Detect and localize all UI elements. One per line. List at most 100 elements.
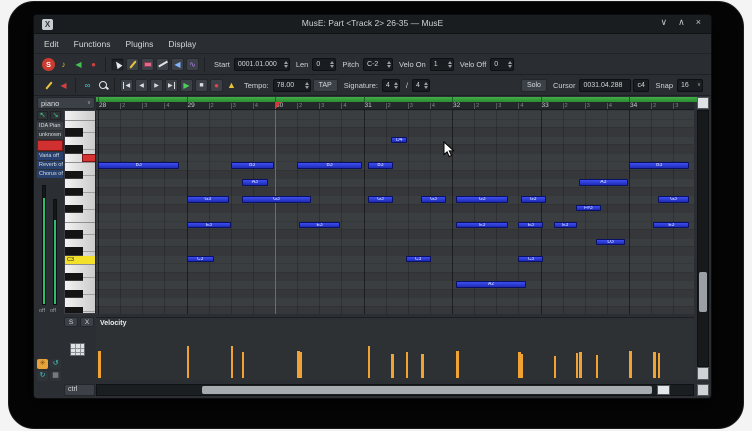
tap-button[interactable]: TAP <box>313 79 338 92</box>
velocity-bar[interactable] <box>242 352 245 378</box>
black-key-D#4[interactable] <box>65 128 83 137</box>
velocity-bar[interactable] <box>629 351 632 378</box>
spinner-icon[interactable] <box>508 61 512 68</box>
velocity-slider[interactable] <box>42 185 46 305</box>
solo-button[interactable]: Solo <box>521 79 547 92</box>
velocity-bar[interactable] <box>653 352 656 378</box>
spinner-icon[interactable] <box>394 82 398 89</box>
pan-slider[interactable] <box>53 199 57 305</box>
spinner-icon[interactable] <box>330 61 334 68</box>
line-tool[interactable] <box>156 58 169 71</box>
shade-button[interactable]: ∨ <box>661 17 668 28</box>
zoom-tool[interactable] <box>96 79 109 92</box>
hand-icon[interactable]: ✳ <box>37 359 48 369</box>
midi-note[interactable]: G3 <box>242 196 311 203</box>
piano-keyboard[interactable]: C3 <box>64 110 96 314</box>
record-indicator[interactable] <box>37 140 63 151</box>
horizontal-scrollbar-thumb[interactable] <box>202 386 652 394</box>
midi-note[interactable]: E3 <box>518 222 543 229</box>
len-field[interactable]: 0 <box>312 58 336 71</box>
prev-part-button[interactable]: ↖ <box>37 111 48 120</box>
maximize-button[interactable]: ∧ <box>678 17 685 28</box>
controller-row-variation[interactable]: Varia off <box>37 152 63 160</box>
spinner-icon[interactable] <box>305 82 309 89</box>
spinner-icon[interactable] <box>284 61 288 68</box>
black-key-A#3[interactable] <box>65 171 83 180</box>
midi-note[interactable]: C3 <box>187 256 214 263</box>
black-key-A#2[interactable] <box>65 273 83 282</box>
spinner-icon[interactable] <box>387 61 391 68</box>
velocity-bar[interactable] <box>456 351 459 378</box>
midi-in-icon[interactable]: ♪ <box>57 58 70 71</box>
ruler-measure-label[interactable]: 29 <box>188 102 195 110</box>
velocity-bar[interactable] <box>299 352 302 378</box>
velocity-bar[interactable] <box>658 353 661 378</box>
black-key-C#3[interactable] <box>65 247 83 256</box>
midi-note[interactable]: E3 <box>456 222 508 229</box>
sig-num-field[interactable]: 4 <box>382 79 400 92</box>
close-button[interactable]: × <box>696 17 701 28</box>
wave-tool[interactable]: ∿ <box>186 58 199 71</box>
midi-note[interactable]: G3 <box>421 196 446 203</box>
skip-end-button[interactable]: ▶ <box>165 79 178 92</box>
black-key-G#3[interactable] <box>65 188 83 197</box>
snap-dropdown[interactable]: 16∨ <box>677 79 703 92</box>
speaker-red-icon[interactable]: ◀ <box>57 79 70 92</box>
velocity-bar[interactable] <box>421 354 424 378</box>
velocity-bar[interactable] <box>521 354 524 378</box>
velocity-close-button[interactable]: X <box>80 317 94 327</box>
note-grid[interactable]: B3G3E3C3B3A3G3B3E3B3G3D4C3G3G3E3A2E3C3G3… <box>96 110 694 314</box>
vertical-scrollbar-thumb[interactable] <box>699 272 707 312</box>
redo-icon[interactable]: ↻ <box>37 371 48 381</box>
timeline-ruler[interactable]: 2823429234302343123432234332343423 <box>96 102 694 110</box>
undo-icon[interactable]: ↺ <box>50 359 61 369</box>
cursor-note-key[interactable] <box>82 154 96 163</box>
midi-note[interactable]: G3 <box>187 196 230 203</box>
menu-plugins[interactable]: Plugins <box>126 39 154 49</box>
ruler-measure-label[interactable]: 33 <box>542 102 549 110</box>
black-key-G#2[interactable] <box>65 290 83 299</box>
pencil-tool[interactable] <box>126 58 139 71</box>
velocity-solo-button[interactable]: S <box>64 317 78 327</box>
controller-row-reverb[interactable]: Reverb off <box>37 161 63 169</box>
midi-note[interactable]: B3 <box>629 162 689 169</box>
midi-note[interactable]: E3 <box>653 222 689 229</box>
velocity-canvas[interactable] <box>96 318 694 380</box>
midi-note[interactable]: B3 <box>297 162 362 169</box>
punch-icon[interactable]: ● <box>87 58 100 71</box>
titlebar[interactable]: X MusE: Part <Track 2> 26-35 — MusE ∨ ∧ … <box>34 15 711 34</box>
velocity-panel[interactable]: Velocity <box>96 317 694 380</box>
stop-button[interactable]: ■ <box>195 79 208 92</box>
ctrl-button[interactable]: ctrl <box>64 384 95 396</box>
velocity-bar[interactable] <box>596 355 599 378</box>
ruler-measure-label[interactable]: 31 <box>365 102 372 110</box>
midi-note[interactable]: G3 <box>658 196 690 203</box>
menu-edit[interactable]: Edit <box>44 39 59 49</box>
midi-note[interactable]: B3 <box>231 162 274 169</box>
forward-button[interactable]: ▶ <box>150 79 163 92</box>
midi-note[interactable]: E3 <box>187 222 232 229</box>
midi-note[interactable]: F#3 <box>576 205 601 212</box>
midi-note[interactable]: A2 <box>456 281 525 288</box>
scrollbar-button[interactable] <box>657 385 670 395</box>
velocity-bar[interactable] <box>554 356 557 378</box>
midi-note[interactable]: C3 <box>406 256 431 263</box>
midi-note[interactable]: G3 <box>521 196 546 203</box>
record-button[interactable]: ● <box>210 79 223 92</box>
midi-note[interactable]: A3 <box>242 179 268 186</box>
tempo-field[interactable]: 78.00 <box>273 79 311 92</box>
velocity-bar[interactable] <box>391 354 394 378</box>
sig-den-field[interactable]: 4 <box>412 79 430 92</box>
step-record-icon[interactable]: S <box>42 58 55 71</box>
velocity-bar[interactable] <box>98 351 101 378</box>
part-selector[interactable]: piano ∨ <box>37 97 95 109</box>
midi-note[interactable]: D3 <box>596 239 625 246</box>
midi-note[interactable]: E3 <box>299 222 340 229</box>
eraser-tool[interactable] <box>141 58 154 71</box>
velocity-bar[interactable] <box>579 352 582 378</box>
midi-note[interactable]: A3 <box>579 179 627 186</box>
horizontal-scrollbar[interactable] <box>96 384 694 396</box>
midi-note[interactable]: G3 <box>368 196 393 203</box>
controller-row-chorus[interactable]: Chorus off <box>37 170 63 178</box>
velo-on-field[interactable]: 1 <box>430 58 454 71</box>
